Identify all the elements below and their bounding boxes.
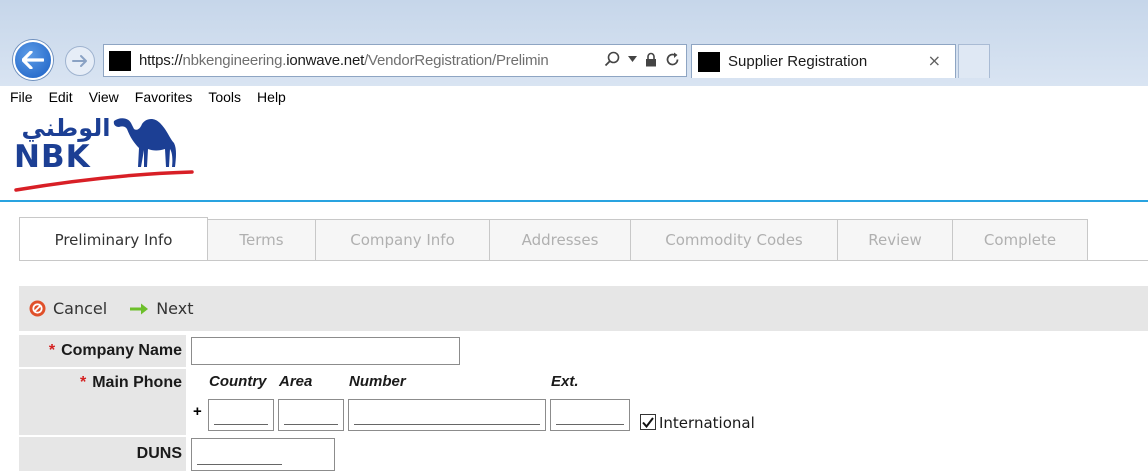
forward-arrow-icon	[72, 55, 87, 67]
company-name-label-text: Company Name	[61, 342, 182, 359]
cancel-label: Cancel	[53, 299, 108, 318]
logo-latin-text: NBK	[14, 139, 91, 175]
dropdown-arrow-icon[interactable]	[628, 56, 637, 62]
company-name-label-cell: * Company Name	[19, 335, 186, 367]
phone-ext-input[interactable]	[550, 399, 630, 431]
duns-label: DUNS	[136, 445, 182, 462]
url-subdomain: nbkengineering.	[182, 52, 287, 69]
logo-arabic-text: الوطني	[22, 114, 111, 142]
company-name-input[interactable]	[191, 337, 460, 365]
url-text: https://nbkengineering.ionwave.net/Vendo…	[139, 52, 549, 69]
address-bar[interactable]: https://nbkengineering.ionwave.net/Vendo…	[103, 44, 687, 77]
phone-country-header: Country	[209, 373, 267, 390]
next-label: Next	[156, 299, 194, 318]
phone-area-input[interactable]	[278, 399, 344, 431]
form-toolbar: Cancel Next	[19, 286, 1148, 331]
tab-complete[interactable]: Complete	[953, 219, 1088, 261]
field-underline	[197, 464, 282, 465]
url-scheme: https://	[139, 52, 183, 69]
menu-tools[interactable]: Tools	[208, 89, 241, 105]
international-label: International	[659, 414, 755, 432]
url-domain: ionwave.net	[286, 52, 365, 69]
phone-area-header: Area	[279, 373, 313, 390]
phone-ext-header: Ext.	[551, 373, 579, 390]
tab-terms[interactable]: Terms	[208, 219, 316, 261]
main-phone-label-text: Main Phone	[92, 374, 182, 391]
phone-number-input[interactable]	[348, 399, 546, 431]
required-marker: *	[48, 342, 56, 359]
tab-addresses[interactable]: Addresses	[490, 219, 631, 261]
phone-number-header: Number	[349, 373, 406, 390]
back-arrow-icon	[22, 51, 44, 69]
lock-icon[interactable]	[645, 52, 657, 67]
international-checkbox[interactable]	[640, 414, 656, 430]
tab-review[interactable]: Review	[838, 219, 953, 261]
header-divider	[0, 200, 1148, 202]
field-underline	[556, 424, 624, 425]
camel-icon	[113, 118, 176, 167]
refresh-icon[interactable]	[665, 52, 680, 67]
tab-company-info[interactable]: Company Info	[316, 219, 490, 261]
menu-view[interactable]: View	[89, 89, 119, 105]
checkmark-icon	[642, 416, 654, 428]
menu-favorites[interactable]: Favorites	[135, 89, 193, 105]
back-button[interactable]	[13, 40, 53, 80]
cancel-icon	[29, 300, 46, 317]
tab-title: Supplier Registration	[728, 53, 868, 70]
duns-input[interactable]	[191, 438, 335, 471]
browser-tab[interactable]: Supplier Registration ×	[691, 44, 956, 78]
close-icon[interactable]: ×	[928, 51, 941, 70]
menu-file[interactable]: File	[10, 89, 33, 105]
new-tab-button[interactable]	[958, 44, 990, 78]
browser-chrome: https://nbkengineering.ionwave.net/Vendo…	[0, 0, 1148, 86]
field-underline	[214, 424, 268, 425]
menu-help[interactable]: Help	[257, 89, 286, 105]
tab-favicon-icon	[698, 51, 720, 72]
phone-plus-sign: +	[193, 403, 202, 420]
next-button[interactable]: Next	[129, 299, 193, 318]
cancel-button[interactable]: Cancel	[29, 299, 107, 318]
required-marker: *	[79, 374, 87, 391]
main-phone-label-cell: * Main Phone	[19, 369, 186, 435]
tabs-baseline	[19, 260, 1148, 261]
forward-button[interactable]	[65, 46, 95, 76]
search-icon[interactable]	[604, 51, 620, 67]
field-underline	[284, 424, 338, 425]
site-favicon-icon	[109, 50, 131, 71]
phone-country-input[interactable]	[208, 399, 274, 431]
tab-preliminary-info[interactable]: Preliminary Info	[19, 217, 208, 261]
main-phone-label: * Main Phone	[80, 374, 182, 392]
nbk-logo: الوطني NBK	[14, 114, 194, 192]
field-underline	[354, 424, 540, 425]
duns-label-cell: DUNS	[19, 437, 186, 471]
menu-edit[interactable]: Edit	[49, 89, 73, 105]
url-path: /VendorRegistration/Prelimin	[364, 52, 549, 69]
arrow-right-icon	[129, 302, 149, 316]
company-name-label: * Company Name	[49, 342, 182, 360]
menu-bar: File Edit View Favorites Tools Help	[0, 86, 1148, 108]
wizard-tabs: Preliminary Info Terms Company Info Addr…	[19, 217, 1088, 261]
tab-commodity-codes[interactable]: Commodity Codes	[631, 219, 838, 261]
